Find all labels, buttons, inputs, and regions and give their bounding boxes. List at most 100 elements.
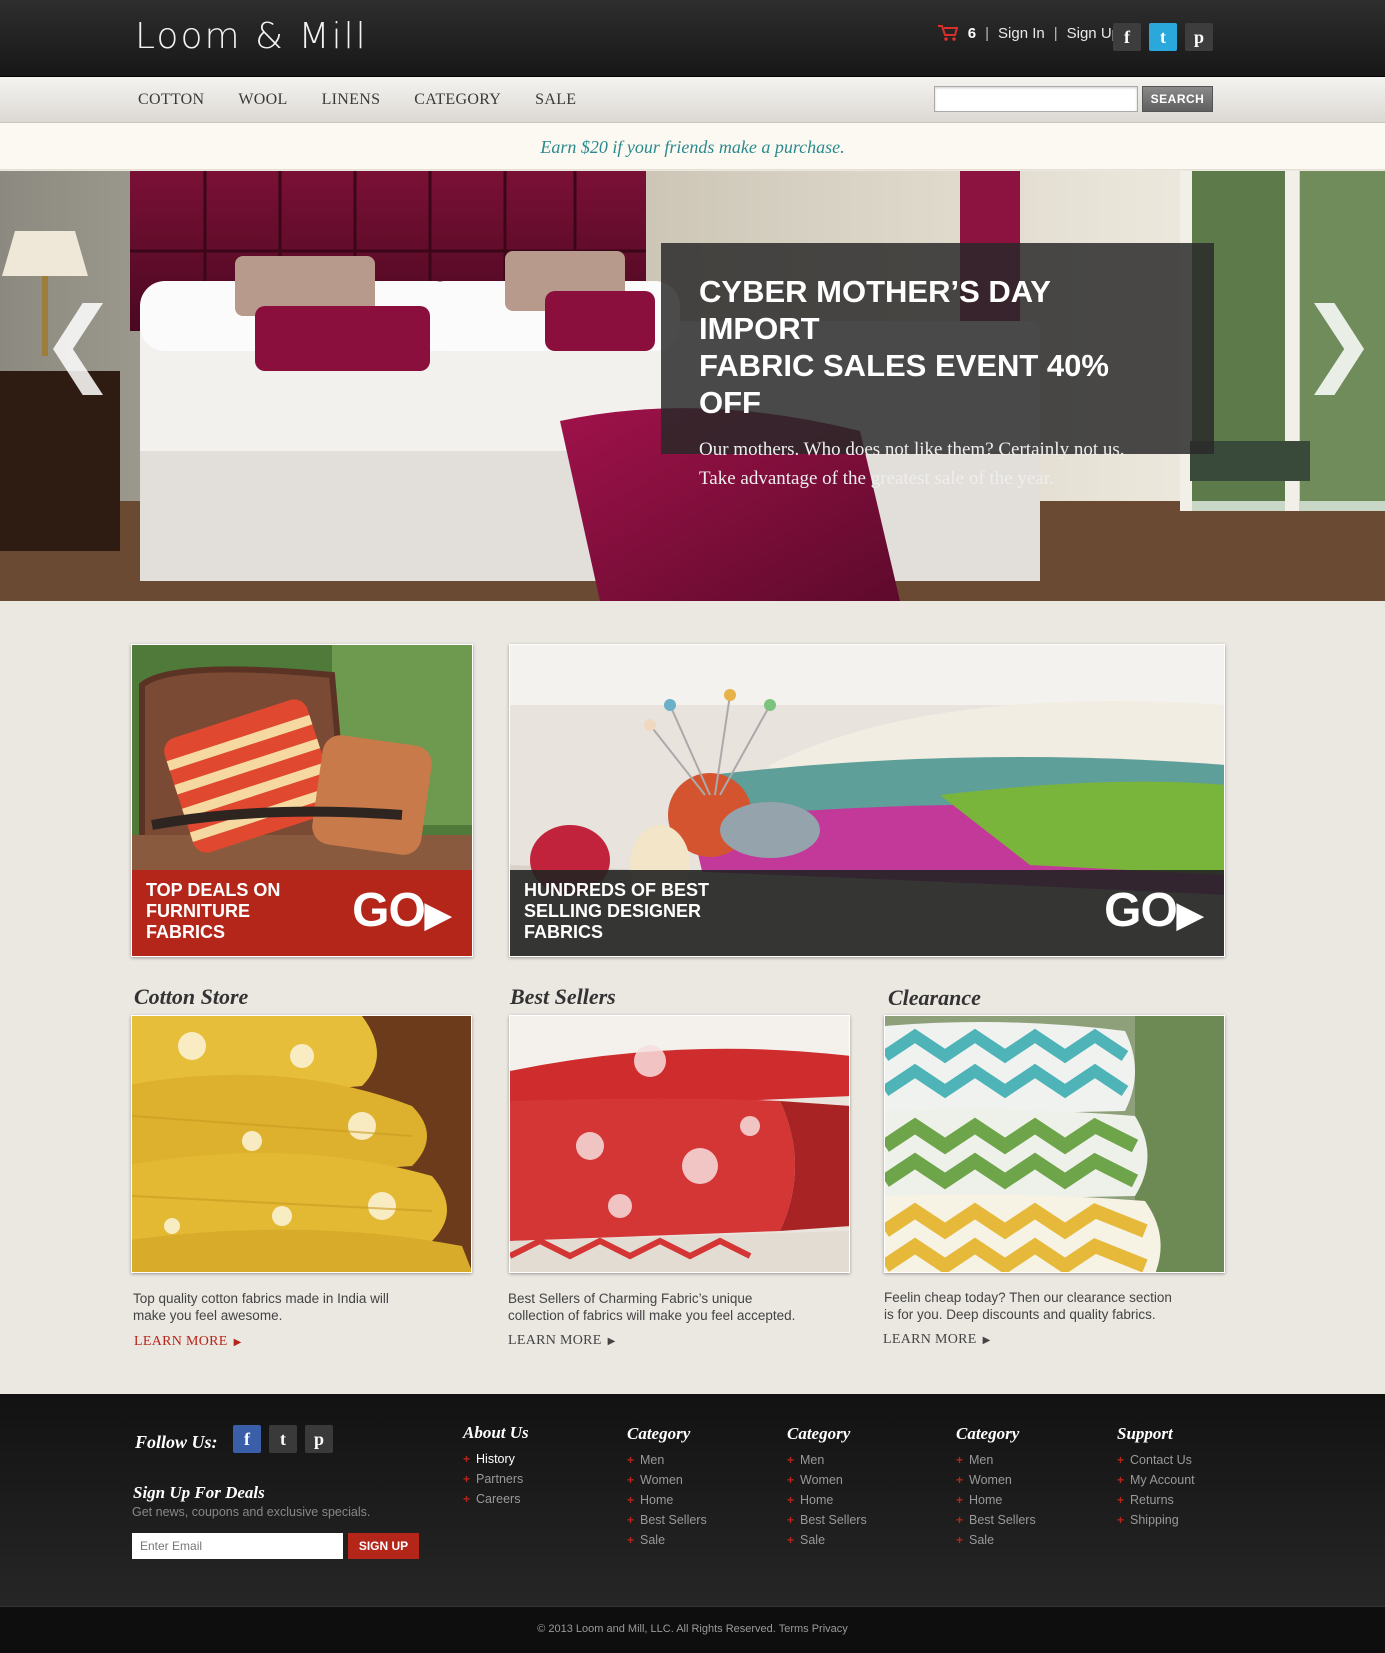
- go-label: GO: [1104, 884, 1178, 937]
- best-sellers-title[interactable]: Best Sellers: [510, 984, 616, 1010]
- nav-cotton[interactable]: COTTON: [138, 91, 204, 109]
- footer-link-sale[interactable]: + Sale: [627, 1530, 707, 1550]
- footer-link-best-sellers[interactable]: + Best Sellers: [956, 1510, 1036, 1530]
- plus-icon: +: [1117, 1493, 1125, 1507]
- go-arrow-icon: ▶: [1176, 896, 1203, 934]
- account-links: 6 | Sign In | Sign Up: [937, 24, 1120, 42]
- twitter-icon[interactable]: t: [269, 1425, 297, 1453]
- best-sellers-image[interactable]: [509, 1015, 850, 1273]
- divider: |: [1053, 24, 1058, 42]
- clearance-description: Feelin cheap today? Then our clearance s…: [884, 1289, 1204, 1323]
- footer-link-history[interactable]: + History: [463, 1449, 529, 1469]
- footer-column-title: Support: [1117, 1424, 1173, 1443]
- nav-sale[interactable]: SALE: [535, 91, 576, 109]
- footer: Follow Us: f t p Sign Up For Deals Get n…: [0, 1394, 1385, 1606]
- footer-link-men[interactable]: + Men: [627, 1450, 707, 1470]
- clearance-learn-more-link[interactable]: LEARN MORE ▶: [883, 1332, 991, 1348]
- cotton-store-image[interactable]: [131, 1015, 472, 1273]
- promo-text-line: FABRICS: [524, 922, 604, 942]
- plus-icon: +: [787, 1453, 795, 1467]
- signup-button[interactable]: SIGN UP: [348, 1533, 419, 1559]
- footer-links: + Men + Women + Home + Best Sellers + Sale: [787, 1450, 867, 1550]
- footer-links: + Men + Women + Home + Best Sellers + Sale: [627, 1450, 707, 1550]
- plus-icon: +: [627, 1473, 635, 1487]
- promo-text-line: HUNDREDS OF BEST: [524, 880, 710, 900]
- footer-link-sale[interactable]: + Sale: [956, 1530, 1036, 1550]
- promo-furniture-fabrics[interactable]: TOP DEALS ON FURNITURE FABRICS GO▶: [131, 644, 473, 957]
- description-line: Top quality cotton fabrics made in India…: [133, 1291, 389, 1306]
- best-sellers-description: Best Sellers of Charming Fabric’s unique…: [508, 1290, 828, 1324]
- footer-link-returns[interactable]: + Returns: [1117, 1490, 1195, 1510]
- promo-text-line: FABRICS: [146, 922, 226, 942]
- copyright-bar: © 2013 Loom and Mill, LLC. All Rights Re…: [0, 1606, 1385, 1653]
- footer-link-careers[interactable]: + Careers: [463, 1489, 529, 1509]
- cotton-learn-more-link[interactable]: LEARN MORE ▶: [134, 1334, 242, 1350]
- promo-text: TOP DEALS ON FURNITURE FABRICS: [146, 880, 280, 943]
- promo-text-line: TOP DEALS ON: [146, 880, 281, 900]
- footer-link-contact-us[interactable]: + Contact Us: [1117, 1450, 1195, 1470]
- cotton-store-title[interactable]: Cotton Store: [134, 984, 248, 1010]
- plus-icon: +: [956, 1513, 964, 1527]
- footer-link-shipping[interactable]: + Shipping: [1117, 1510, 1195, 1530]
- email-input[interactable]: Enter Email: [132, 1533, 343, 1559]
- cart-count[interactable]: 6: [968, 25, 976, 42]
- hero-prev-arrow[interactable]: ❮: [40, 296, 117, 388]
- footer-link-men[interactable]: + Men: [787, 1450, 867, 1470]
- best-sellers-learn-more-link[interactable]: LEARN MORE ▶: [508, 1333, 616, 1349]
- nav-linens[interactable]: LINENS: [322, 91, 381, 109]
- footer-link-best-sellers[interactable]: + Best Sellers: [627, 1510, 707, 1530]
- footer-link-label: Best Sellers: [969, 1513, 1036, 1527]
- sign-up-link[interactable]: Sign Up: [1067, 25, 1120, 42]
- footer-link-label: Home: [969, 1493, 1003, 1507]
- referral-banner[interactable]: Earn $20 if your friends make a purchase…: [0, 123, 1385, 170]
- description-line: Feelin cheap today? Then our clearance s…: [884, 1290, 1172, 1305]
- footer-link-sale[interactable]: + Sale: [787, 1530, 867, 1550]
- site-logo[interactable]: Loom & Mill: [135, 16, 368, 57]
- facebook-icon[interactable]: f: [233, 1425, 261, 1453]
- footer-link-women[interactable]: + Women: [627, 1470, 707, 1490]
- footer-link-women[interactable]: + Women: [956, 1470, 1036, 1490]
- plus-icon: +: [956, 1453, 964, 1467]
- clearance-title[interactable]: Clearance: [888, 985, 981, 1011]
- footer-column-category-1: Category + Men + Women + Home + Best Sellers…: [627, 1424, 707, 1550]
- nav-wool[interactable]: WOOL: [238, 91, 287, 109]
- search-input[interactable]: [934, 86, 1138, 112]
- divider: |: [985, 24, 990, 42]
- pinterest-icon[interactable]: p: [1185, 23, 1213, 51]
- cart-icon[interactable]: [937, 24, 959, 42]
- footer-column-title: Category: [787, 1424, 851, 1443]
- footer-link-my-account[interactable]: + My Account: [1117, 1470, 1195, 1490]
- plus-icon: +: [463, 1492, 471, 1506]
- learn-more-label: LEARN MORE: [134, 1334, 228, 1349]
- footer-link-home[interactable]: + Home: [956, 1490, 1036, 1510]
- footer-link-partners[interactable]: + Partners: [463, 1469, 529, 1489]
- footer-link-women[interactable]: + Women: [787, 1470, 867, 1490]
- promo-designer-fabrics[interactable]: HUNDREDS OF BEST SELLING DESIGNER FABRIC…: [509, 644, 1225, 957]
- footer-column-category-3: Category + Men + Women + Home + Best Sellers…: [956, 1424, 1036, 1550]
- facebook-icon[interactable]: f: [1113, 23, 1141, 51]
- main-nav: COTTON WOOL LINENS CATEGORY SALE: [138, 91, 610, 109]
- footer-link-home[interactable]: + Home: [787, 1490, 867, 1510]
- clearance-image[interactable]: [884, 1015, 1225, 1273]
- footer-link-men[interactable]: + Men: [956, 1450, 1036, 1470]
- hero-text-line: Our mothers. Who does not like them? Cer…: [699, 439, 1125, 460]
- footer-column-title: Category: [627, 1424, 691, 1443]
- footer-link-best-sellers[interactable]: + Best Sellers: [787, 1510, 867, 1530]
- hero-slider[interactable]: ❮ ❯ CYBER MOTHER’S DAY IMPORT FABRIC SAL…: [0, 171, 1385, 601]
- nav-category[interactable]: CATEGORY: [414, 91, 501, 109]
- go-label: GO: [352, 884, 426, 937]
- go-button[interactable]: GO▶: [1104, 884, 1203, 940]
- twitter-icon[interactable]: t: [1149, 23, 1177, 51]
- search-button[interactable]: SEARCH: [1142, 86, 1213, 112]
- go-button[interactable]: GO▶: [352, 884, 451, 940]
- footer-link-label: Home: [800, 1493, 834, 1507]
- description-line: is for you. Deep discounts and quality f…: [884, 1307, 1156, 1322]
- description-line: make you feel awesome.: [133, 1308, 283, 1323]
- pinterest-icon[interactable]: p: [305, 1425, 333, 1453]
- footer-column-support: Support + Contact Us + My Account + Returns…: [1117, 1424, 1195, 1530]
- footer-link-home[interactable]: + Home: [627, 1490, 707, 1510]
- hero-next-arrow[interactable]: ❯: [1300, 296, 1377, 388]
- go-arrow-icon: ▶: [424, 896, 451, 934]
- plus-icon: +: [463, 1472, 471, 1486]
- sign-in-link[interactable]: Sign In: [998, 25, 1045, 42]
